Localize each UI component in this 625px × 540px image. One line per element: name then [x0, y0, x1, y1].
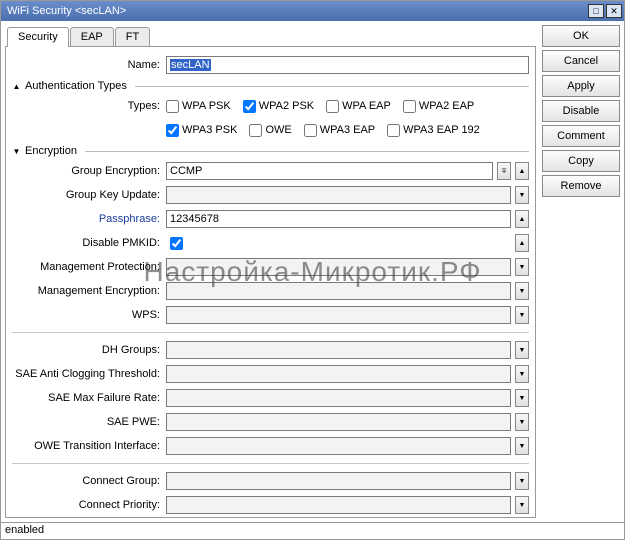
status-text: enabled [5, 524, 44, 536]
sae-pwe-label: SAE PWE: [12, 416, 162, 428]
passphrase-label: Passphrase: [12, 213, 162, 225]
comment-button[interactable]: Comment [542, 125, 620, 147]
unpin-button[interactable]: □ [588, 4, 604, 18]
mgmt-protection-input[interactable] [166, 258, 511, 276]
collapse-icon[interactable]: ▲ [12, 82, 21, 91]
collapse-up-icon[interactable]: ▲ [515, 210, 529, 228]
sae-anti-input[interactable] [166, 365, 511, 383]
dropdown-icon[interactable]: ∓ [497, 162, 511, 180]
group-encryption-input[interactable] [166, 162, 493, 180]
window-title: WiFi Security <secLAN> [7, 5, 586, 17]
type-wpa2-eap[interactable]: WPA2 EAP [403, 96, 474, 116]
passphrase-input[interactable] [166, 210, 511, 228]
disable-pmkid-checkbox[interactable] [170, 237, 183, 250]
expand-down-icon[interactable]: ▼ [515, 258, 529, 276]
tabs: Security EAP FT [5, 25, 536, 47]
connect-group-input[interactable] [166, 472, 511, 490]
apply-button[interactable]: Apply [542, 75, 620, 97]
type-wpa3-eap[interactable]: WPA3 EAP [304, 120, 375, 140]
expand-down-icon[interactable]: ▼ [515, 437, 529, 455]
mgmt-encryption-input[interactable] [166, 282, 511, 300]
cancel-button[interactable]: Cancel [542, 50, 620, 72]
tab-eap[interactable]: EAP [70, 27, 114, 46]
sae-anti-label: SAE Anti Clogging Threshold: [12, 368, 162, 380]
wps-label: WPS: [12, 309, 162, 321]
remove-button[interactable]: Remove [542, 175, 620, 197]
expand-down-icon[interactable]: ▼ [515, 413, 529, 431]
type-owe[interactable]: OWE [249, 120, 291, 140]
status-bar: enabled [1, 522, 624, 539]
group-encryption-label: Group Encryption: [12, 165, 162, 177]
expand-down-icon[interactable]: ▼ [515, 282, 529, 300]
action-buttons: OK Cancel Apply Disable Comment Copy Rem… [542, 25, 620, 518]
wps-input[interactable] [166, 306, 511, 324]
mgmt-protection-label: Management Protection: [12, 261, 162, 273]
connect-group-label: Connect Group: [12, 475, 162, 487]
disable-button[interactable]: Disable [542, 100, 620, 122]
type-wpa3-psk[interactable]: WPA3 PSK [166, 120, 237, 140]
owe-transition-input[interactable] [166, 437, 511, 455]
group-key-update-input[interactable] [166, 186, 511, 204]
auth-types-section: ▲ Authentication Types [12, 80, 529, 92]
types-label: Types: [12, 100, 162, 112]
expand-down-icon[interactable]: ▼ [515, 186, 529, 204]
sae-pwe-input[interactable] [166, 413, 511, 431]
expand-down-icon[interactable]: ▼ [515, 496, 529, 514]
type-wpa3-eap192[interactable]: WPA3 EAP 192 [387, 120, 480, 140]
tab-security[interactable]: Security [7, 27, 69, 47]
collapse-up-icon[interactable]: ▲ [515, 162, 529, 180]
connect-priority-label: Connect Priority: [12, 499, 162, 511]
ok-button[interactable]: OK [542, 25, 620, 47]
type-wpa2-psk[interactable]: WPA2 PSK [243, 96, 314, 116]
dh-groups-label: DH Groups: [12, 344, 162, 356]
collapse-icon[interactable]: ▼ [12, 147, 21, 156]
titlebar: WiFi Security <secLAN> □ ✕ [1, 1, 624, 21]
encryption-section: ▼ Encryption [12, 145, 529, 157]
connect-priority-input[interactable] [166, 496, 511, 514]
name-input[interactable]: secLAN [166, 56, 529, 74]
name-label: Name: [12, 59, 162, 71]
expand-down-icon[interactable]: ▼ [515, 306, 529, 324]
expand-down-icon[interactable]: ▼ [515, 365, 529, 383]
disable-pmkid-label: Disable PMKID: [12, 237, 162, 249]
tab-ft[interactable]: FT [115, 27, 150, 46]
copy-button[interactable]: Copy [542, 150, 620, 172]
expand-down-icon[interactable]: ▼ [515, 341, 529, 359]
mgmt-encryption-label: Management Encryption: [12, 285, 162, 297]
collapse-up-icon[interactable]: ▲ [515, 234, 529, 252]
group-key-update-label: Group Key Update: [12, 189, 162, 201]
dh-groups-input[interactable] [166, 341, 511, 359]
expand-down-icon[interactable]: ▼ [515, 389, 529, 407]
owe-transition-label: OWE Transition Interface: [12, 440, 162, 452]
close-button[interactable]: ✕ [606, 4, 622, 18]
expand-down-icon[interactable]: ▼ [515, 472, 529, 490]
sae-max-fail-input[interactable] [166, 389, 511, 407]
type-wpa-eap[interactable]: WPA EAP [326, 96, 391, 116]
sae-max-fail-label: SAE Max Failure Rate: [12, 392, 162, 404]
type-wpa-psk[interactable]: WPA PSK [166, 96, 231, 116]
